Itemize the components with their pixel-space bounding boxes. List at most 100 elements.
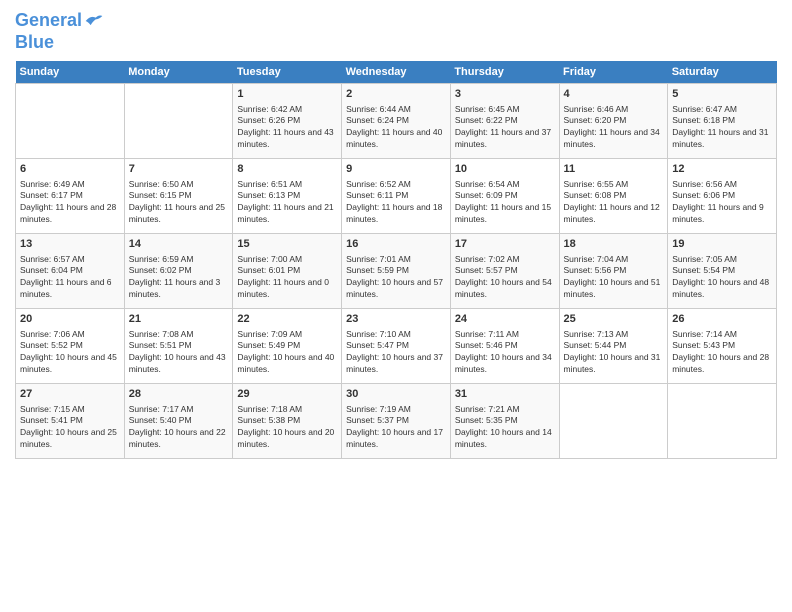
day-info: Daylight: 11 hours and 40 minutes. [346, 127, 446, 151]
day-info: Sunset: 5:59 PM [346, 265, 446, 277]
day-info: Sunset: 5:49 PM [237, 340, 337, 352]
day-number: 23 [346, 312, 446, 327]
day-info: Daylight: 10 hours and 22 minutes. [129, 427, 229, 451]
day-info: Daylight: 10 hours and 57 minutes. [346, 277, 446, 301]
day-info: Daylight: 11 hours and 0 minutes. [237, 277, 337, 301]
day-info: Daylight: 11 hours and 37 minutes. [455, 127, 555, 151]
day-info: Sunrise: 6:52 AM [346, 179, 446, 191]
logo-text: General [15, 10, 82, 32]
day-info: Daylight: 11 hours and 12 minutes. [564, 202, 664, 226]
calendar-cell [16, 84, 125, 159]
calendar-cell: 10Sunrise: 6:54 AMSunset: 6:09 PMDayligh… [450, 159, 559, 234]
col-header-thursday: Thursday [450, 61, 559, 84]
day-number: 20 [20, 312, 120, 327]
calendar-week-row: 6Sunrise: 6:49 AMSunset: 6:17 PMDaylight… [16, 159, 777, 234]
header: General Blue [15, 10, 777, 53]
calendar-cell: 26Sunrise: 7:14 AMSunset: 5:43 PMDayligh… [668, 309, 777, 384]
day-number: 2 [346, 87, 446, 102]
col-header-wednesday: Wednesday [342, 61, 451, 84]
calendar-week-row: 1Sunrise: 6:42 AMSunset: 6:26 PMDaylight… [16, 84, 777, 159]
calendar-cell: 31Sunrise: 7:21 AMSunset: 5:35 PMDayligh… [450, 384, 559, 459]
calendar-cell: 27Sunrise: 7:15 AMSunset: 5:41 PMDayligh… [16, 384, 125, 459]
day-info: Daylight: 11 hours and 31 minutes. [672, 127, 772, 151]
calendar-cell: 21Sunrise: 7:08 AMSunset: 5:51 PMDayligh… [124, 309, 233, 384]
main-container: General Blue SundayMondayTuesdayWednesda… [0, 0, 792, 464]
day-info: Daylight: 10 hours and 54 minutes. [455, 277, 555, 301]
calendar-cell: 1 Sunrise: 6:42 AMSunset: 6:26 PMDaylight… [233, 84, 342, 159]
day-number: 27 [20, 387, 120, 402]
day-number: 24 [455, 312, 555, 327]
col-header-tuesday: Tuesday [233, 61, 342, 84]
day-number: 18 [564, 237, 664, 252]
day-info: Sunset: 6:11 PM [346, 190, 446, 202]
calendar-week-row: 20Sunrise: 7:06 AMSunset: 5:52 PMDayligh… [16, 309, 777, 384]
day-info: Daylight: 10 hours and 51 minutes. [564, 277, 664, 301]
col-header-monday: Monday [124, 61, 233, 84]
calendar-cell: 14Sunrise: 6:59 AMSunset: 6:02 PMDayligh… [124, 234, 233, 309]
day-info: Sunset: 5:41 PM [20, 415, 120, 427]
day-info: Sunrise: 7:09 AM [237, 329, 337, 341]
day-info: Daylight: 11 hours and 34 minutes. [564, 127, 664, 151]
calendar-cell [668, 384, 777, 459]
day-info: Daylight: 11 hours and 43 minutes. [237, 127, 337, 151]
day-info: Sunrise: 6:59 AM [129, 254, 229, 266]
day-info: Daylight: 11 hours and 21 minutes. [237, 202, 337, 226]
day-info: Daylight: 10 hours and 17 minutes. [346, 427, 446, 451]
day-info: Sunrise: 7:00 AM [237, 254, 337, 266]
day-number: 29 [237, 387, 337, 402]
day-number: 1 [237, 87, 337, 102]
calendar-cell: 15Sunrise: 7:00 AMSunset: 6:01 PMDayligh… [233, 234, 342, 309]
logo: General Blue [15, 10, 104, 53]
day-info: Sunrise: 6:42 AM [237, 104, 337, 116]
day-number: 31 [455, 387, 555, 402]
day-number: 6 [20, 162, 120, 177]
day-info: Sunrise: 7:17 AM [129, 404, 229, 416]
day-number: 28 [129, 387, 229, 402]
calendar-week-row: 13Sunrise: 6:57 AMSunset: 6:04 PMDayligh… [16, 234, 777, 309]
day-info: Sunrise: 6:44 AM [346, 104, 446, 116]
day-info: Daylight: 10 hours and 45 minutes. [20, 352, 120, 376]
calendar-week-row: 27Sunrise: 7:15 AMSunset: 5:41 PMDayligh… [16, 384, 777, 459]
day-info: Sunrise: 6:57 AM [20, 254, 120, 266]
day-info: Sunrise: 7:05 AM [672, 254, 772, 266]
day-info: Sunrise: 6:45 AM [455, 104, 555, 116]
day-info: Sunset: 5:40 PM [129, 415, 229, 427]
day-info: Sunrise: 7:01 AM [346, 254, 446, 266]
calendar-cell: 19Sunrise: 7:05 AMSunset: 5:54 PMDayligh… [668, 234, 777, 309]
day-info: Sunset: 5:57 PM [455, 265, 555, 277]
day-info: Daylight: 10 hours and 20 minutes. [237, 427, 337, 451]
day-info: Daylight: 10 hours and 31 minutes. [564, 352, 664, 376]
day-info: Sunset: 6:02 PM [129, 265, 229, 277]
day-info: Sunset: 6:15 PM [129, 190, 229, 202]
day-info: Sunrise: 7:13 AM [564, 329, 664, 341]
day-info: Sunset: 5:52 PM [20, 340, 120, 352]
day-info: Sunset: 6:13 PM [237, 190, 337, 202]
day-info: Sunrise: 7:21 AM [455, 404, 555, 416]
calendar-cell: 11Sunrise: 6:55 AMSunset: 6:08 PMDayligh… [559, 159, 668, 234]
calendar-cell: 24Sunrise: 7:11 AMSunset: 5:46 PMDayligh… [450, 309, 559, 384]
day-number: 8 [237, 162, 337, 177]
day-info: Sunset: 5:56 PM [564, 265, 664, 277]
calendar-cell: 9Sunrise: 6:52 AMSunset: 6:11 PMDaylight… [342, 159, 451, 234]
col-header-friday: Friday [559, 61, 668, 84]
day-number: 17 [455, 237, 555, 252]
day-number: 26 [672, 312, 772, 327]
calendar-cell: 8Sunrise: 6:51 AMSunset: 6:13 PMDaylight… [233, 159, 342, 234]
day-info: Sunset: 5:54 PM [672, 265, 772, 277]
day-number: 11 [564, 162, 664, 177]
day-info: Sunset: 6:20 PM [564, 115, 664, 127]
day-number: 3 [455, 87, 555, 102]
day-number: 25 [564, 312, 664, 327]
col-header-saturday: Saturday [668, 61, 777, 84]
day-info: Sunset: 6:26 PM [237, 115, 337, 127]
day-info: Daylight: 10 hours and 34 minutes. [455, 352, 555, 376]
day-info: Daylight: 11 hours and 18 minutes. [346, 202, 446, 226]
day-info: Sunset: 6:01 PM [237, 265, 337, 277]
day-info: Sunset: 6:09 PM [455, 190, 555, 202]
calendar-cell: 29Sunrise: 7:18 AMSunset: 5:38 PMDayligh… [233, 384, 342, 459]
day-number: 7 [129, 162, 229, 177]
day-info: Sunrise: 7:18 AM [237, 404, 337, 416]
calendar-cell: 3Sunrise: 6:45 AMSunset: 6:22 PMDaylight… [450, 84, 559, 159]
day-number: 5 [672, 87, 772, 102]
calendar-cell [124, 84, 233, 159]
